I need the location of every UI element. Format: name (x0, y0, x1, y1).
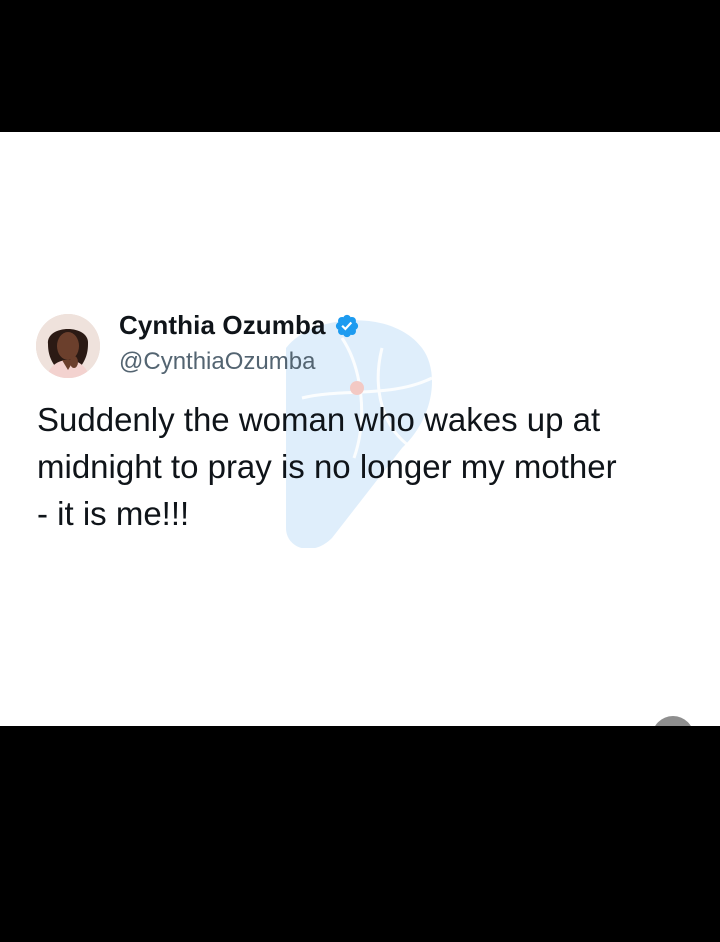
author-handle[interactable]: @CynthiaOzumba (119, 348, 315, 376)
tweet-text: Suddenly the woman who wakes up at midni… (37, 401, 617, 532)
verified-badge-icon (335, 314, 358, 337)
bottom-black-bar (0, 726, 720, 942)
avatar[interactable] (36, 314, 100, 378)
author-name-row: Cynthia Ozumba (119, 310, 360, 341)
tweet-card: Cynthia Ozumba @CynthiaOzumba Suddenly t… (0, 132, 720, 726)
author-display-name[interactable]: Cynthia Ozumba (119, 310, 326, 341)
top-black-bar (0, 0, 720, 132)
profile-photo-icon (36, 314, 100, 378)
